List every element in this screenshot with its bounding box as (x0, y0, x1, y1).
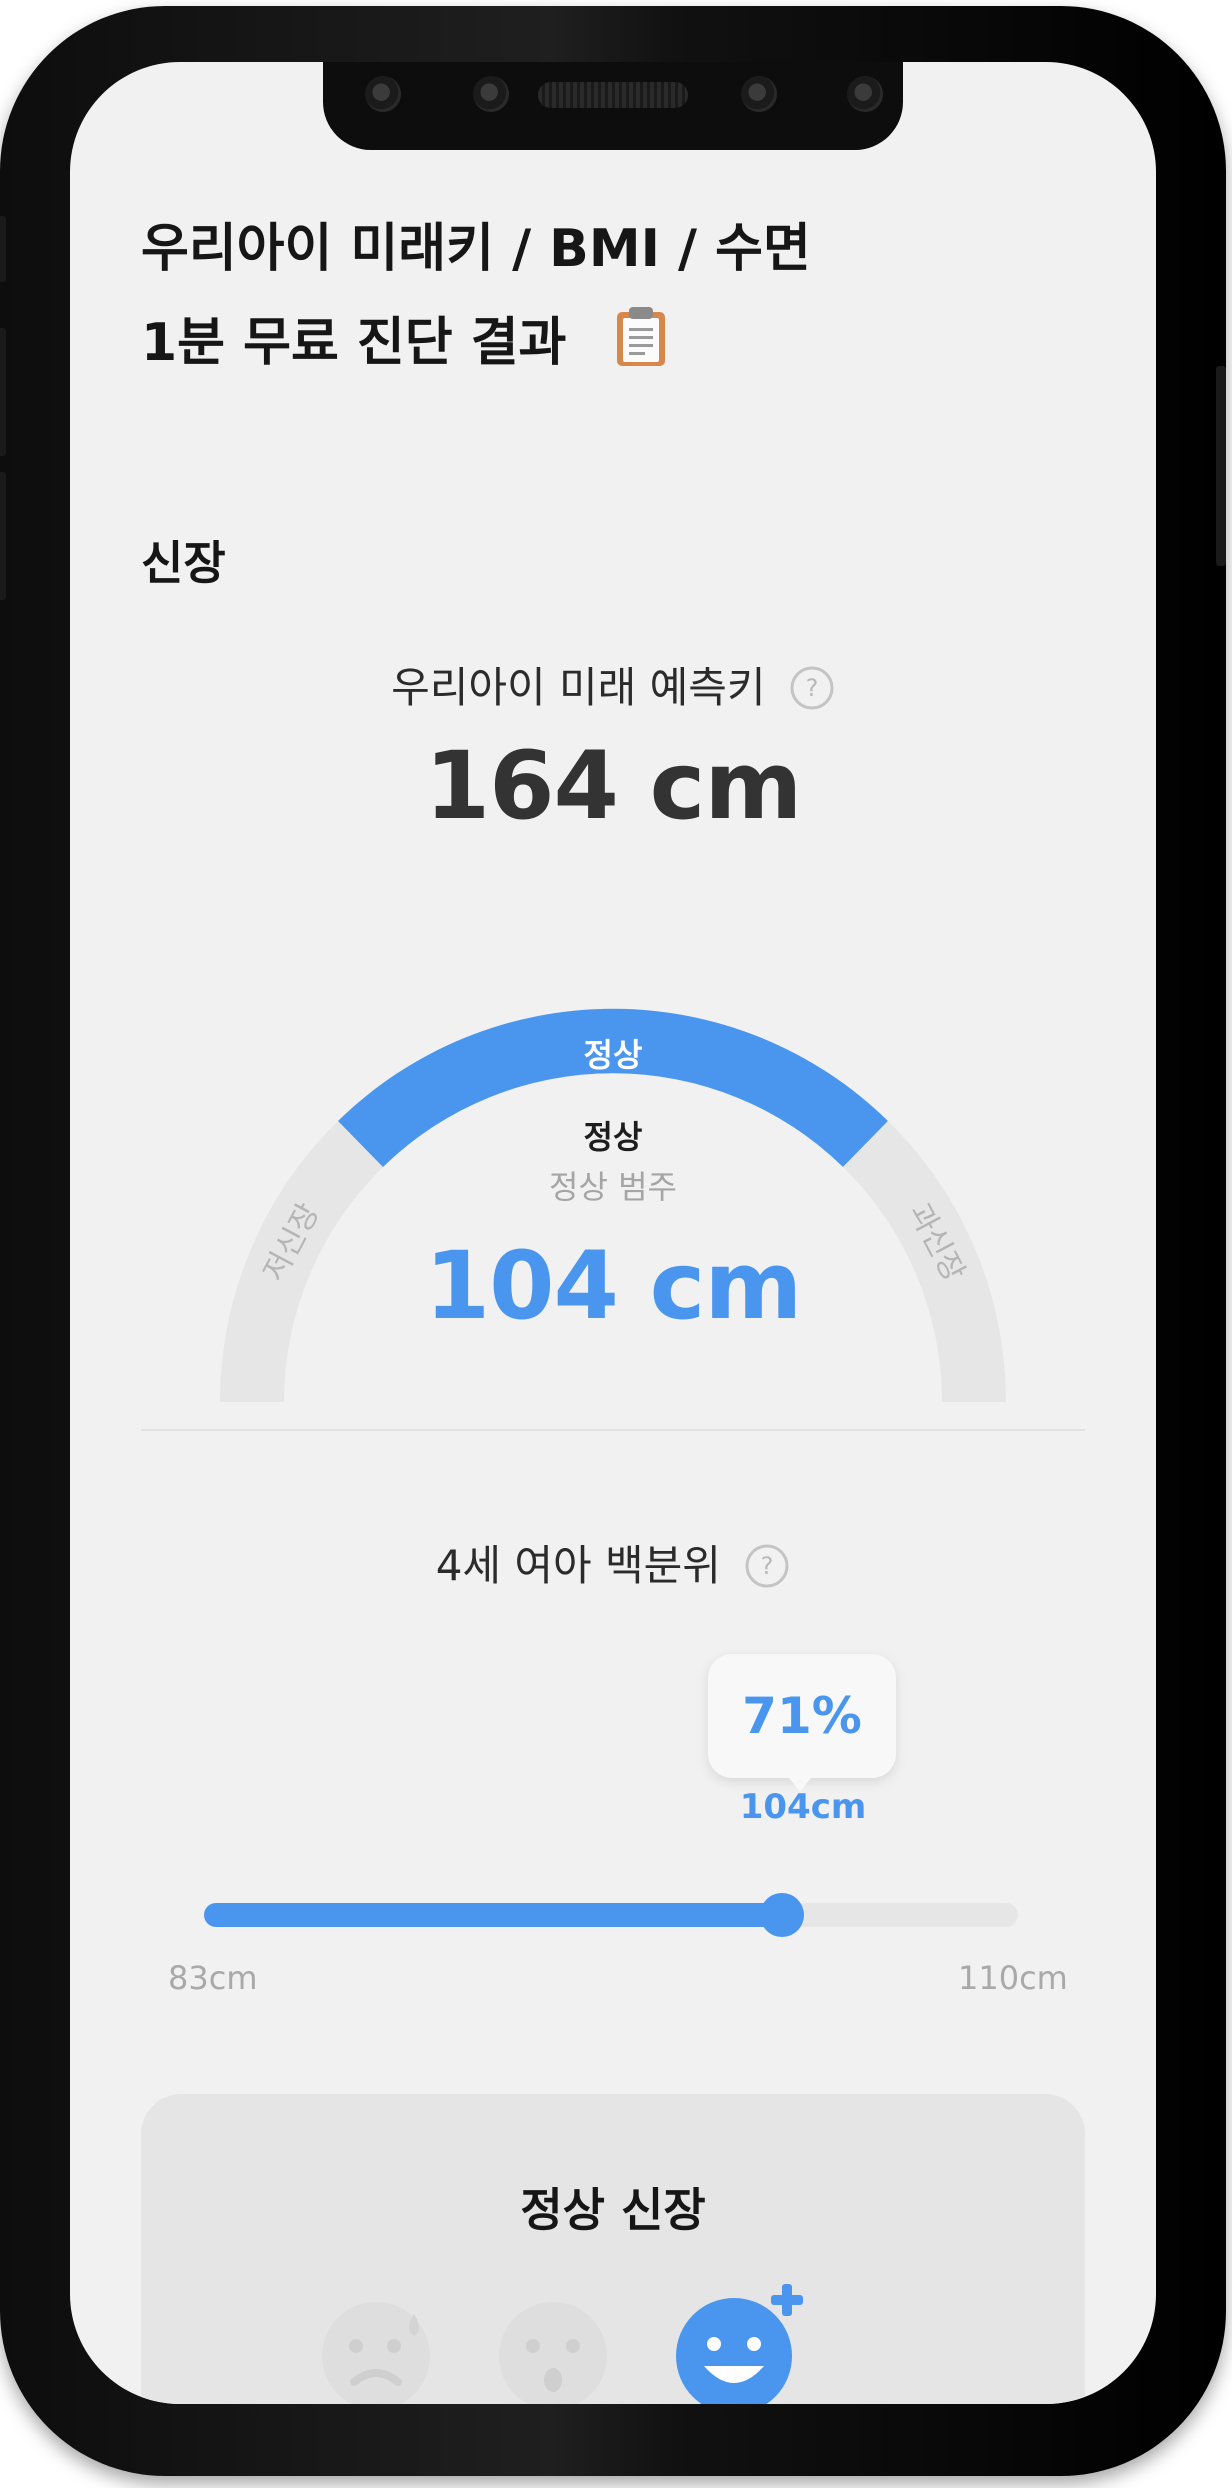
section-title: 신장 (141, 536, 226, 590)
power-button (1216, 366, 1226, 566)
prediction-value: 164 cm (424, 732, 803, 841)
help-icon[interactable]: ? (744, 1543, 790, 1589)
screen: 우리아이 미래키 / BMI / 수면 1분 무료 진단 결과 신장 우리아이 … (70, 62, 1156, 2404)
front-sensor (847, 76, 883, 112)
earpiece-speaker (538, 82, 688, 108)
slider-marker-label: 104cm (739, 1787, 867, 1827)
sweat-face-icon (322, 2302, 430, 2404)
divider (141, 1429, 1085, 1431)
happy-face-icon (676, 2284, 803, 2404)
front-sensor (365, 76, 401, 112)
page-title: 우리아이 미래키 / BMI / 수면 1분 무료 진단 결과 (141, 219, 811, 373)
volume-up-button (0, 328, 6, 456)
result-card: 정상 신장 (141, 2094, 1085, 2404)
slider-max-label: 110cm (958, 1959, 1068, 1997)
volume-down-button (0, 472, 6, 600)
slider-min-label: 83cm (168, 1959, 258, 1997)
percentile-thumb (759, 1893, 804, 1937)
phone-frame: 우리아이 미래키 / BMI / 수면 1분 무료 진단 결과 신장 우리아이 … (0, 6, 1226, 2476)
result-title: 정상 신장 (520, 2183, 706, 2237)
prediction-label: 우리아이 미래 예측키 (391, 663, 766, 712)
neutral-face-icon (499, 2302, 607, 2404)
clipboard-icon (617, 307, 665, 366)
notch (323, 62, 903, 150)
percentile-label: 4세 여아 백분위 (435, 1541, 721, 1590)
percentile-label-row: 4세 여아 백분위 ? (70, 1532, 1156, 1593)
help-icon[interactable]: ? (789, 665, 835, 711)
mute-switch (0, 216, 6, 282)
front-sensor (473, 76, 509, 112)
current-height-value: 104 cm (424, 1232, 803, 1341)
gauge-status: 정상 (583, 1118, 643, 1156)
gauge-sub-status: 정상 범주 (549, 1168, 677, 1206)
svg-text:?: ? (806, 674, 819, 702)
prediction-label-row: 우리아이 미래 예측키 ? (70, 654, 1156, 715)
front-camera (741, 76, 777, 112)
percentile-bubble: 71% (708, 1654, 896, 1778)
svg-text:?: ? (761, 1552, 774, 1580)
percentile-fill (204, 1903, 782, 1927)
gauge-label-normal: 정상 (584, 1036, 643, 1074)
